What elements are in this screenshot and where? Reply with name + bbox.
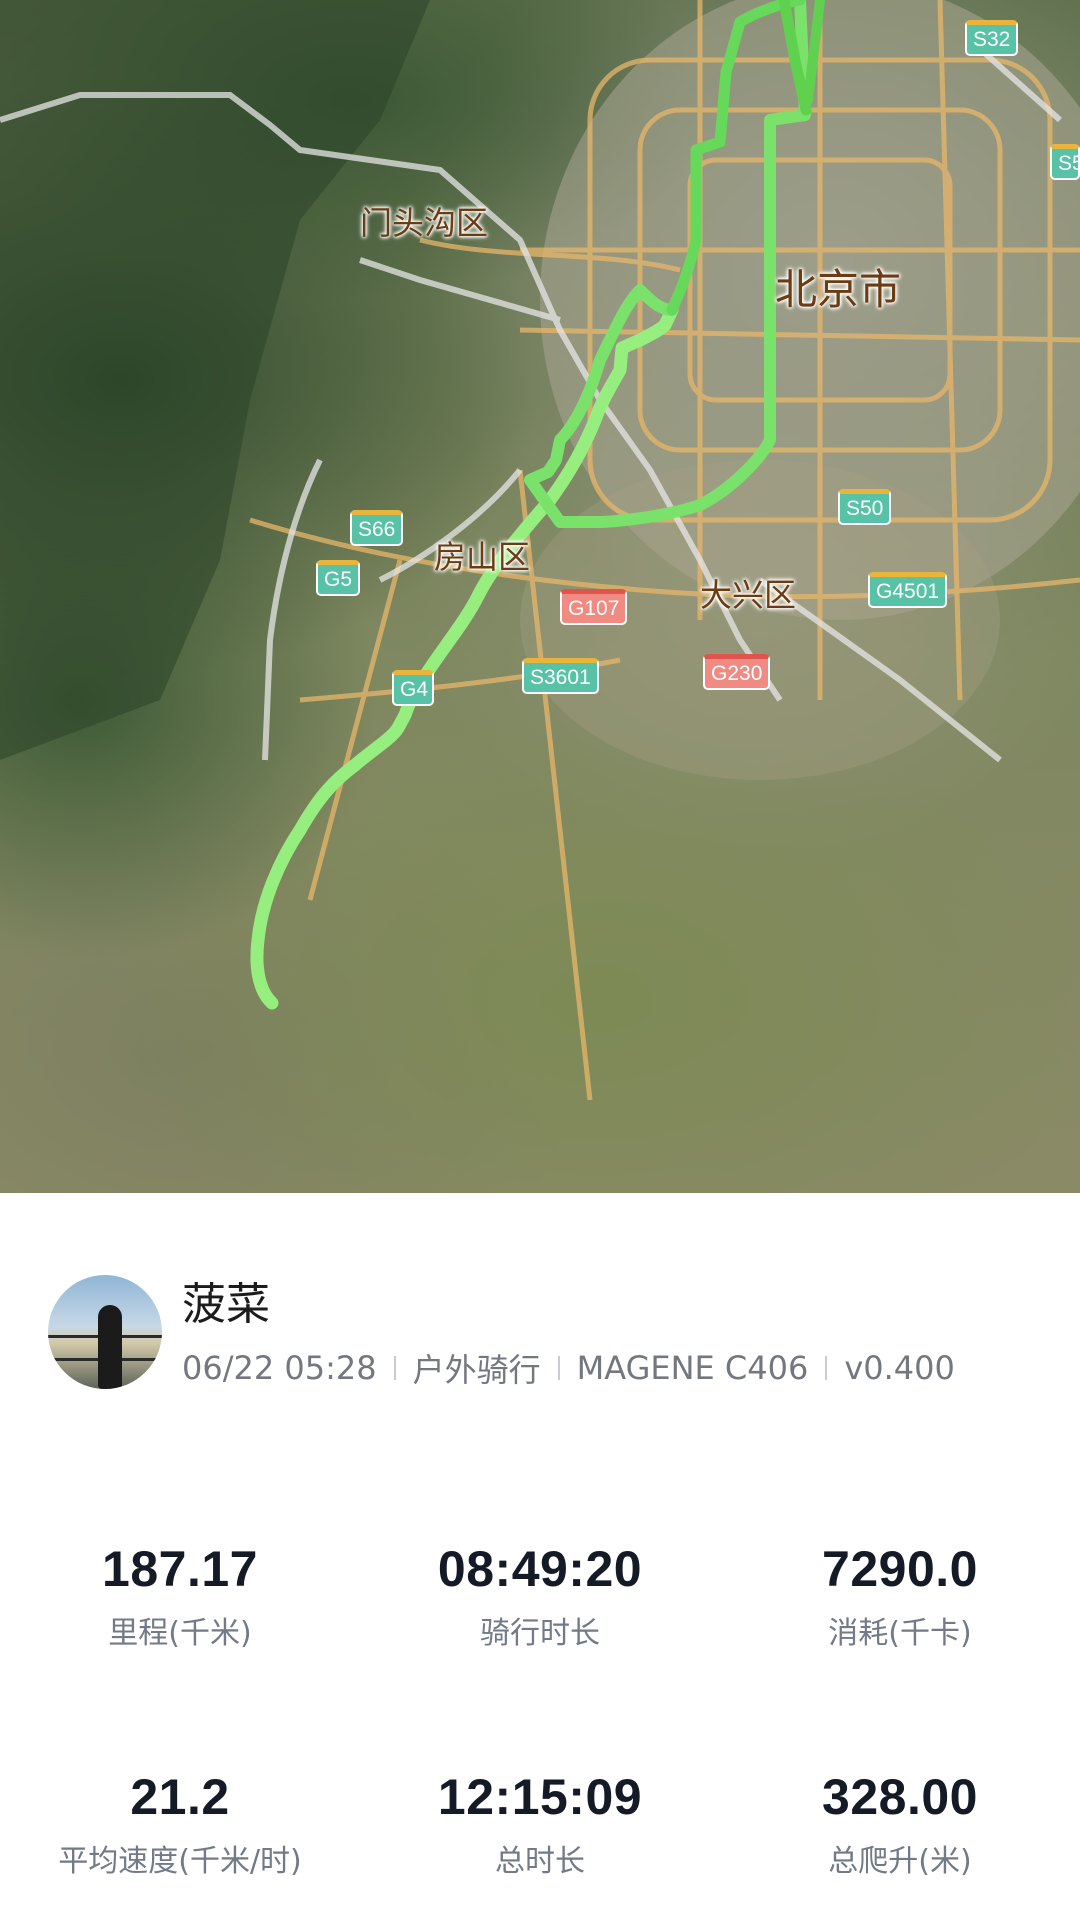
- road-badge-g230: G230: [703, 654, 771, 690]
- stat-value: 187.17: [102, 1541, 258, 1597]
- stat-calories: 7290.0 消耗(千卡): [720, 1540, 1080, 1652]
- stat-label: 消耗(千卡): [828, 1616, 972, 1651]
- place-label-beijing: 北京市: [775, 265, 902, 314]
- avatar-person: [98, 1305, 122, 1389]
- stat-total-time: 12:15:09 总时长: [360, 1768, 720, 1880]
- road-badge-s66: S66: [350, 510, 404, 546]
- mountain-region: [0, 0, 430, 760]
- road-badge-s50: S50: [838, 489, 892, 525]
- stat-label: 总时长: [495, 1844, 585, 1879]
- ride-datetime: 06/22 05:28: [182, 1349, 377, 1387]
- road-badge-g107: G107: [560, 589, 628, 625]
- road-badge-s5: S5: [1050, 144, 1080, 180]
- meta-divider: [825, 1356, 828, 1380]
- ride-meta: 06/22 05:28 户外骑行 MAGENE C406 v0.400: [182, 1345, 955, 1391]
- place-label-daxing: 大兴区: [700, 576, 797, 614]
- user-name[interactable]: 菠菜: [182, 1268, 270, 1332]
- stat-label: 里程(千米): [108, 1616, 252, 1651]
- stat-ride-time: 08:49:20 骑行时长: [360, 1540, 720, 1652]
- stat-value: 7290.0: [822, 1541, 978, 1597]
- stat-value: 328.00: [822, 1769, 978, 1825]
- stat-value: 08:49:20: [437, 1541, 643, 1597]
- place-label-fangshan: 房山区: [434, 538, 531, 576]
- stat-label: 骑行时长: [480, 1616, 600, 1651]
- stat-label: 总爬升(米): [828, 1844, 972, 1879]
- firmware-version: v0.400: [844, 1349, 955, 1387]
- place-label-mentougou: 门头沟区: [360, 204, 489, 242]
- stat-avg-speed: 21.2 平均速度(千米/时): [0, 1768, 360, 1880]
- avatar[interactable]: [48, 1275, 162, 1389]
- road-badge-g4: G4: [392, 670, 434, 706]
- route-map[interactable]: 门头沟区 北京市 房山区 大兴区 S32 S5 S66 G5 S50 G107 …: [0, 0, 1080, 1193]
- ride-header: 菠菜 06/22 05:28 户外骑行 MAGENE C406 v0.400: [0, 1193, 1080, 1443]
- stat-value: 12:15:09: [437, 1769, 643, 1825]
- stat-value: 21.2: [130, 1769, 230, 1825]
- stat-distance: 187.17 里程(千米): [0, 1540, 360, 1652]
- stat-elevation-gain: 328.00 总爬升(米): [720, 1768, 1080, 1880]
- meta-divider: [393, 1356, 396, 1380]
- road-badge-s32: S32: [965, 20, 1019, 56]
- road-badge-g5: G5: [316, 560, 361, 596]
- meta-divider: [557, 1356, 560, 1380]
- road-badge-s3601: S3601: [522, 658, 599, 694]
- activity-type: 户外骑行: [412, 1351, 541, 1389]
- device-name: MAGENE C406: [576, 1349, 809, 1387]
- stat-label: 平均速度(千米/时): [58, 1844, 302, 1879]
- road-badge-g4501: G4501: [868, 572, 948, 608]
